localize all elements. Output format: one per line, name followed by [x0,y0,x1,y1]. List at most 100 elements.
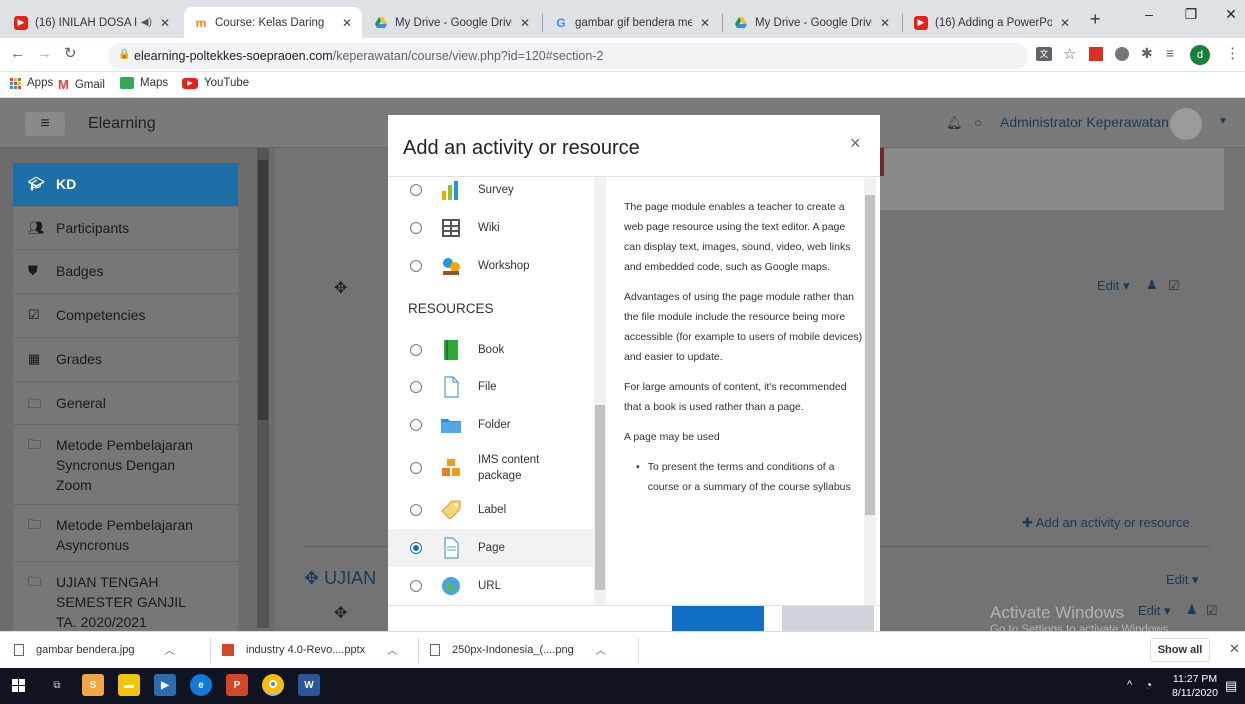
browser-tab[interactable]: ▶ (16) INILAH DOSA I ◀) ✕ [4,7,180,38]
sidebar-item-asyncronus[interactable]: 🗀 Metode Pembelajaran Asyncronus [13,505,238,562]
bookmark-star-icon[interactable]: ☆ [1063,45,1076,63]
notifications-icon[interactable]: ▤ [1225,678,1237,694]
file-explorer-icon[interactable]: ▬ [118,674,140,696]
radio-wiki[interactable] [410,222,422,234]
checkbox-icon[interactable]: ☑ [1206,603,1218,619]
sidebar-item-uts[interactable]: 🗀 UJIAN TENGAH SEMESTER GANJIL TA. 2020/2… [13,562,238,631]
browser-tab-active[interactable]: m Course: Kelas Daring ✕ [184,7,362,38]
close-tab-icon[interactable]: ✕ [700,16,710,30]
close-modal-button[interactable]: × [850,133,861,154]
chat-bubble-icon[interactable]: ○ [974,115,982,130]
forward-icon[interactable]: → [37,45,52,62]
cancel-button[interactable] [782,606,874,632]
browser-tab[interactable]: G gambar gif bendera me ✕ [544,7,720,38]
tray-chevron-icon[interactable]: ^ [1127,679,1132,691]
download-item[interactable]: industry 4.0-Revo....pptx ︿ [222,642,397,657]
user-icon[interactable]: ♟ [1146,277,1158,293]
user-avatar[interactable] [1170,108,1202,140]
option-file[interactable]: File [388,368,594,406]
edge-icon[interactable]: e [190,674,212,696]
browser-tab[interactable]: ▶ (16) Adding a PowerPoint ✕ [904,7,1080,38]
radio-file[interactable] [410,381,422,393]
windows-start-icon[interactable] [12,679,25,692]
sidebar-item-syncronus[interactable]: 🗀 Metode Pembelajaran Syncronus Dengan Zo… [13,425,238,505]
radio-ims[interactable] [410,462,422,474]
option-workshop[interactable]: Workshop [388,247,594,285]
close-tab-icon[interactable]: ✕ [160,16,170,30]
close-tab-icon[interactable]: ✕ [520,16,530,30]
option-list-scroll-thumb[interactable] [595,405,605,590]
add-activity-link[interactable]: ✚ Add an activity or resource [1022,515,1190,531]
radio-workshop[interactable] [410,260,422,272]
option-label[interactable]: Label [388,491,594,529]
url-bar[interactable]: 🔒 elearning-poltekkes-soepraoen.com/kepe… [108,43,1028,69]
menu-dots-icon[interactable]: ⋮ [1225,44,1240,62]
browser-tab[interactable]: My Drive - Google Drive ✕ [724,7,900,38]
edit-menu[interactable]: Edit ▾ [1138,603,1171,619]
word-icon[interactable]: W [298,674,320,696]
radio-label[interactable] [410,504,422,516]
option-book[interactable]: Book [388,331,594,369]
wifi-icon[interactable]: ◔ [1145,678,1152,692]
chevron-up-icon[interactable]: ︿ [596,642,606,657]
option-page[interactable]: Page [388,529,594,567]
sidebar-item-general[interactable]: 🗀 General [13,382,238,425]
user-name[interactable]: Administrator Keperawatan [1000,114,1169,130]
show-all-button[interactable]: Show all [1150,638,1210,662]
option-survey[interactable]: Survey [388,177,594,209]
back-icon[interactable]: ← [10,45,25,62]
bookmark-apps[interactable]: Apps [10,77,53,89]
close-window-button[interactable]: ✕ [1216,6,1245,23]
restore-button[interactable]: ❐ [1176,6,1206,23]
media-player-icon[interactable]: ▶ [154,674,176,696]
chevron-up-icon[interactable]: ︿ [164,642,174,657]
close-tab-icon[interactable]: ✕ [880,16,890,30]
task-view-icon[interactable]: ⧉ [46,674,68,696]
sidebar-item-kd[interactable]: 🎓︎ KD [13,163,238,207]
chrome-icon[interactable] [262,674,284,696]
radio-book[interactable] [410,344,422,356]
close-downloads-icon[interactable]: ✕ [1229,641,1240,657]
bell-icon[interactable]: 🔔︎ [946,115,963,131]
download-item[interactable]: gambar bendera.jpg ︿ [14,642,174,657]
bookmark-youtube[interactable]: ▶ YouTube [182,77,249,89]
hamburger-menu-button[interactable]: ≡ [25,112,65,136]
spss-icon[interactable]: S [82,674,104,696]
site-name[interactable]: Elearning [88,115,156,133]
sidebar-item-grades[interactable]: ▦ Grades [13,338,238,382]
sidebar-item-badges[interactable]: ⛊ Badges [13,250,238,294]
user-icon[interactable]: ♟ [1186,602,1198,618]
sidebar-item-competencies[interactable]: ☑ Competencies [13,294,238,338]
move-icon[interactable]: ✥ [334,603,347,623]
option-wiki[interactable]: Wiki [388,209,594,247]
radio-page[interactable] [410,542,422,554]
option-folder[interactable]: Folder [388,406,594,444]
bookmark-maps[interactable]: Maps [120,77,168,89]
chevron-up-icon[interactable]: ︿ [387,642,397,657]
description-scroll-thumb[interactable] [865,195,875,515]
new-tab-button[interactable]: + [1090,9,1101,30]
powerpoint-icon[interactable]: P [226,674,248,696]
bookmark-gmail[interactable]: M Gmail [58,77,105,92]
checkbox-icon[interactable]: ☑ [1168,278,1180,294]
radio-folder[interactable] [410,419,422,431]
option-url[interactable]: URL [388,567,594,605]
edit-menu[interactable]: Edit ▾ [1097,278,1130,294]
sidebar-item-participants[interactable]: 👥︎ Participants [13,207,238,250]
radio-url[interactable] [410,580,422,592]
audio-icon[interactable]: ◀) [141,17,152,28]
clock[interactable]: 11:27 PM 8/11/2020 [1170,672,1220,700]
move-icon[interactable]: ✥ [334,278,347,298]
extension-icon[interactable] [1089,47,1103,61]
profile-avatar[interactable]: d [1190,45,1210,65]
section-title[interactable]: ✥ UJIAN [304,568,376,589]
sidebar-scroll-thumb[interactable] [258,160,268,420]
caret-down-icon[interactable]: ▼ [1218,116,1228,127]
option-ims-content-package[interactable]: IMS content package [388,445,594,491]
close-tab-icon[interactable]: ✕ [342,16,352,30]
close-tab-icon[interactable]: ✕ [1060,16,1070,30]
browser-tab[interactable]: My Drive - Google Drive ✕ [364,7,540,38]
add-button[interactable] [672,606,764,632]
reload-icon[interactable]: ↻ [64,44,77,62]
extensions-puzzle-icon[interactable]: ✱ [1141,45,1153,62]
